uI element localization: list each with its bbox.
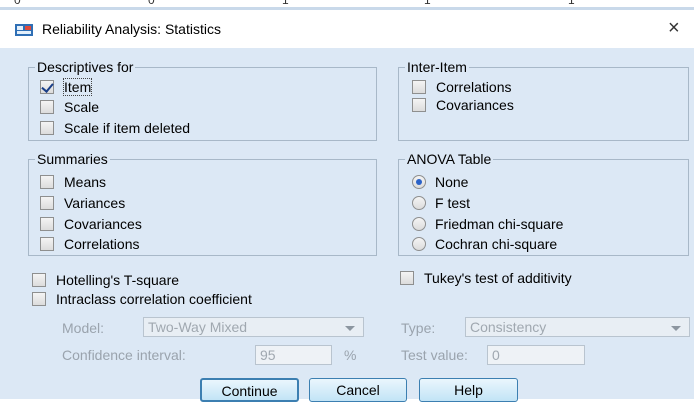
means-label: Means (64, 174, 107, 190)
checkbox-icon (40, 100, 54, 114)
means-checkbox[interactable]: Means (40, 174, 106, 190)
type-dropdown[interactable]: Consistency (465, 317, 690, 337)
title-bar: Reliability Analysis: Statistics × (0, 10, 694, 48)
chevron-down-icon (345, 326, 355, 331)
model-label: Model: (62, 320, 105, 336)
inter-item-correlations-label: Correlations (436, 79, 512, 95)
spss-app-icon (15, 24, 33, 36)
type-value: Consistency (470, 319, 547, 335)
checkbox-icon (40, 175, 54, 189)
radio-icon (412, 217, 426, 231)
test-value-input[interactable]: 0 (487, 345, 585, 365)
summaries-covariances-checkbox[interactable]: Covariances (40, 216, 142, 232)
test-value-label: Test value: (401, 347, 468, 363)
radio-icon (412, 196, 426, 210)
continue-button[interactable]: Continue (200, 378, 299, 402)
close-icon[interactable]: × (668, 16, 680, 40)
anova-friedman-radio[interactable]: Friedman chi-square (412, 216, 563, 232)
variances-checkbox[interactable]: Variances (40, 195, 125, 211)
inter-item-correlations-checkbox[interactable]: Correlations (412, 79, 511, 95)
radio-selected-icon (412, 175, 426, 189)
summaries-legend: Summaries (37, 151, 108, 167)
intraclass-correlation-label: Intraclass correlation coefficient (56, 291, 252, 307)
anova-none-label: None (435, 174, 469, 190)
checkbox-icon (32, 273, 46, 287)
scale-if-item-deleted-checkbox[interactable]: Scale if item deleted (40, 120, 190, 136)
tukey-additivity-label: Tukey's test of additivity (424, 270, 572, 286)
confidence-interval-label: Confidence interval: (62, 347, 186, 363)
anova-f-test-radio[interactable]: F test (412, 195, 470, 211)
model-dropdown[interactable]: Two-Way Mixed (143, 317, 364, 337)
inter-item-legend: Inter-Item (407, 59, 467, 75)
tukey-additivity-checkbox[interactable]: Tukey's test of additivity (400, 270, 572, 286)
help-button[interactable]: Help (419, 378, 518, 402)
hotelling-t-square-label: Hotelling's T-square (56, 272, 180, 288)
summaries-correlations-checkbox[interactable]: Correlations (40, 236, 139, 252)
dialog-title: Reliability Analysis: Statistics (42, 21, 221, 37)
scale-label: Scale (64, 99, 100, 115)
type-label: Type: (401, 320, 436, 336)
summaries-covariances-label: Covariances (64, 216, 142, 232)
checkbox-checked-icon (40, 80, 54, 94)
checkbox-icon (40, 217, 54, 231)
anova-cochran-radio[interactable]: Cochran chi-square (412, 236, 557, 252)
model-value: Two-Way Mixed (148, 319, 248, 335)
anova-table-legend: ANOVA Table (407, 151, 492, 167)
anova-none-radio[interactable]: None (412, 174, 468, 190)
confidence-interval-input[interactable]: 95 (255, 345, 332, 365)
anova-cochran-label: Cochran chi-square (435, 236, 558, 252)
checkbox-icon (412, 80, 426, 94)
radio-icon (412, 237, 426, 251)
scale-checkbox[interactable]: Scale (40, 99, 99, 115)
intraclass-correlation-checkbox[interactable]: Intraclass correlation coefficient (32, 291, 252, 307)
checkbox-icon (40, 121, 54, 135)
checkbox-icon (40, 196, 54, 210)
hotelling-t-square-checkbox[interactable]: Hotelling's T-square (32, 272, 179, 288)
checkbox-icon (40, 237, 54, 251)
item-checkbox[interactable]: Item (40, 78, 93, 96)
checkbox-icon (32, 292, 46, 306)
item-label: Item (62, 78, 93, 96)
background-data-row: 0 0 1 1 1 (0, 0, 694, 10)
inter-item-covariances-label: Covariances (436, 97, 514, 113)
checkbox-icon (400, 271, 414, 285)
variances-label: Variances (64, 195, 126, 211)
inter-item-covariances-checkbox[interactable]: Covariances (412, 97, 514, 113)
summaries-correlations-label: Correlations (64, 236, 140, 252)
checkbox-icon (412, 98, 426, 112)
anova-f-test-label: F test (435, 195, 471, 211)
percent-unit: % (344, 347, 357, 363)
descriptives-legend: Descriptives for (37, 59, 134, 75)
chevron-down-icon (671, 326, 681, 331)
cancel-button[interactable]: Cancel (309, 378, 407, 402)
anova-friedman-label: Friedman chi-square (435, 216, 564, 232)
scale-if-item-deleted-label: Scale if item deleted (64, 120, 191, 136)
